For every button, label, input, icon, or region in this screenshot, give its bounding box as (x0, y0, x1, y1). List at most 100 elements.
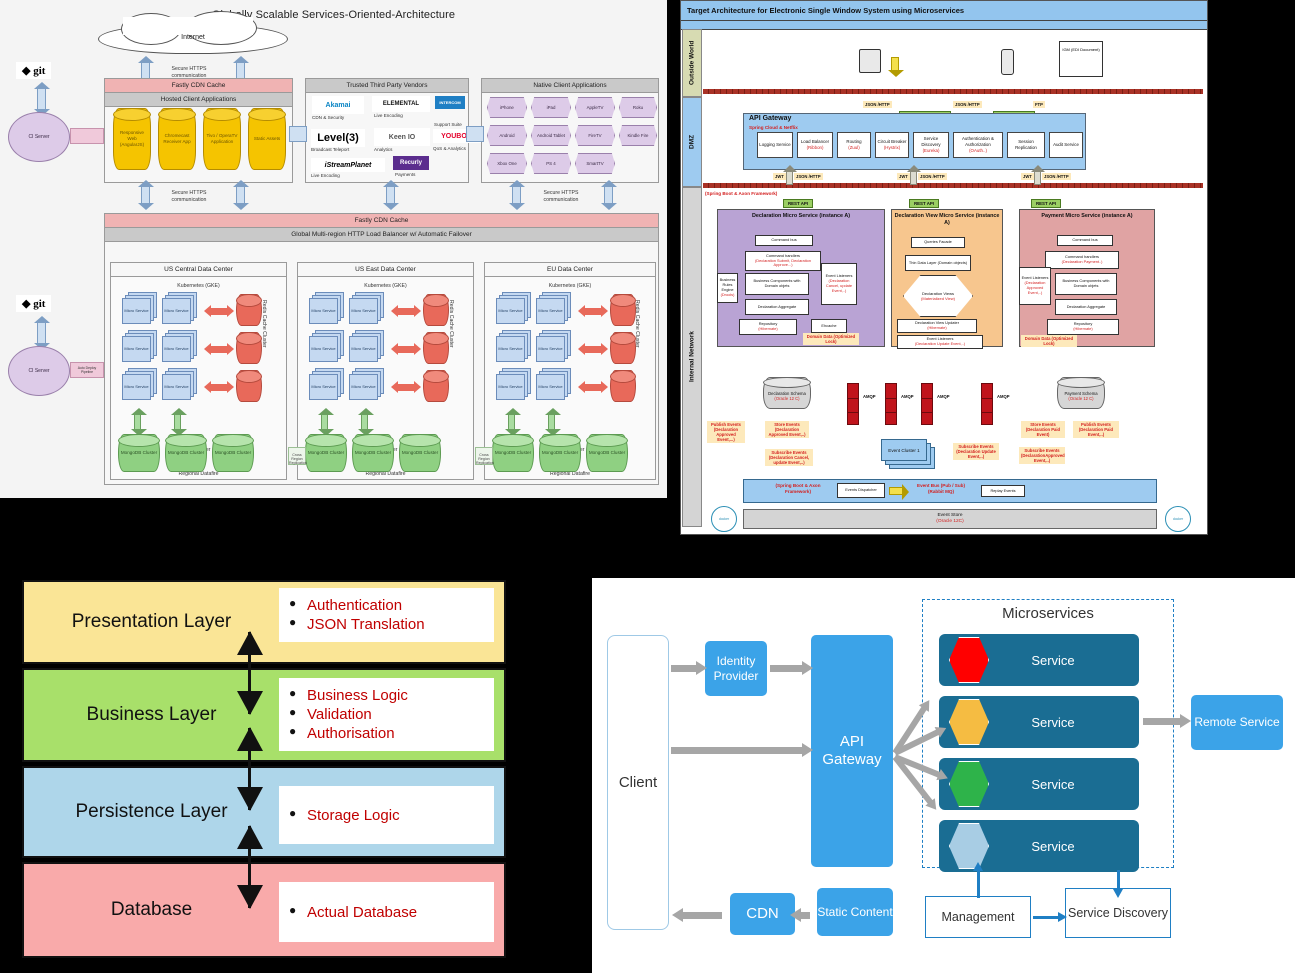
hosted-app-cylinder: Chromecast Receiver App (158, 108, 196, 170)
git-logo-top: ◆ git (16, 62, 52, 79)
thin-data-layer-node: Thin Data Layer (Domain objects) (905, 255, 971, 271)
fastly-cdn-header: Fastly CDN Cache (105, 79, 292, 93)
native-client-hex: AppleTV (575, 97, 615, 118)
native-clients-header: Native Client Applications (482, 79, 658, 93)
amqp-queue (847, 383, 859, 425)
amqp-queue (981, 383, 993, 425)
zone-dmz: DMZ (682, 97, 702, 187)
lower-cdn-header: Fastly CDN Cache (105, 214, 658, 228)
rest-api-tag-3: REST API (1031, 199, 1061, 208)
vendor-caption: CDN & Security (312, 115, 345, 120)
static-content-box: Static Content (817, 888, 893, 936)
micro-service-node: Micro Service (496, 374, 525, 400)
redis-cache-cylinder (423, 294, 449, 326)
mongodb-cluster-cylinder: MongoDB Cluster (165, 434, 207, 472)
service-label: Service (1031, 652, 1075, 668)
redis-cache-cylinder (610, 332, 636, 364)
k8s-label: Kubernetes (GKE) (548, 283, 592, 289)
declaration-view-updater-node: Declaration View Updater (Hibernate) (897, 319, 977, 333)
layer-name: Presentation Layer (71, 611, 232, 632)
replay-events: Replay Events (981, 485, 1025, 497)
ftp-tag: FTP (1033, 101, 1045, 108)
vendor-logo-level3: Level(3) (311, 129, 365, 147)
mongodb-cluster-cylinder: MongoDB Cluster (539, 434, 581, 472)
service-row: Service (939, 820, 1139, 872)
event-tag: Store Events (Declaration Approved Event… (765, 421, 809, 438)
native-client-hex: Kindle Fire (619, 125, 657, 146)
data-center-name: US East Data Center (298, 263, 473, 277)
queries-facade-node: Queries Facade (911, 237, 965, 248)
cdn-box: CDN (730, 893, 795, 935)
vendor-logo-intercom: INTERCOM (435, 96, 465, 109)
layer-presentation: Presentation Layer Authentication JSON T… (22, 580, 506, 664)
cdn-vendors-arrow (289, 126, 307, 142)
vendor-caption: Analytics (374, 147, 393, 152)
gw-service: Load Balancer (Ribbon) (797, 132, 833, 158)
micro-service-node: Micro Service (162, 374, 191, 400)
ci-server-bottom: CI Server (8, 346, 70, 396)
git-ci-arrow-bottom (34, 316, 50, 350)
arrow-management-discovery (1033, 912, 1067, 921)
k8s-label: Kubernetes (GKE) (364, 283, 407, 289)
api-gateway-title: API Gateway (749, 115, 792, 122)
command-handlers-node: Command handlers (Declaration Submit, Dec… (745, 251, 821, 271)
layer-item: JSON Translation (287, 615, 486, 633)
gw-up-arrow (1031, 165, 1045, 185)
amqp-queue (885, 383, 897, 425)
microservices-label: Microservices (1002, 605, 1094, 622)
esw-diagram-panel: Target Architecture for Electronic Singl… (680, 0, 1208, 535)
layer-database: Database Actual Database (22, 862, 506, 958)
soa-diagram-panel: Globally Scalable Services-Oriented-Arch… (0, 0, 667, 498)
arrow-management-microservices (973, 862, 982, 898)
domain-data-tag-1: Domain Data (Optimized Lock) (803, 333, 859, 345)
jwt-tag: JWT (1021, 173, 1034, 180)
layer-items-card: Storage Logic (279, 786, 494, 844)
json-http-tag: JSON /HTTP (1042, 173, 1071, 180)
view-event-listeners-node: Event Listeners (Declaration Update Event… (897, 335, 983, 349)
event-bus-framework: (Spring Boot & Axon Framework) (775, 483, 821, 494)
api-gateway-subtitle: Spring Cloud & Netflix (749, 125, 798, 130)
micro-service-node: Micro Service (349, 374, 378, 400)
redis-link-arrow (204, 381, 234, 393)
redis-link-arrow (391, 381, 421, 393)
arrow-presentation-business (237, 631, 263, 715)
mongo-link-arrow (544, 408, 561, 436)
amqp-queue (921, 383, 933, 425)
vendors-header: Trusted Third Party Vendors (306, 79, 468, 93)
amqp-label: AMQP (863, 394, 876, 399)
json-http-tag: JSON /HTTP (953, 101, 982, 108)
event-tag: Store Events (Declaration Paid Event) (1021, 421, 1065, 438)
git-ci-arrow-top (34, 82, 50, 116)
layer-persistence: Persistence Layer Storage Logic (22, 766, 506, 858)
zone-outside-world: Outside World (682, 29, 702, 97)
micro-service-node: Micro Service (536, 336, 565, 362)
vendor-caption: Live Encoding (311, 173, 340, 178)
mongo-link-arrow (170, 408, 187, 436)
redis-link-arrow (578, 343, 608, 355)
gw-service: Service Discovery (Eureka) (913, 132, 949, 158)
mongodb-cluster-cylinder: MongoDB Cluster (118, 434, 160, 472)
micro-service-node: Micro Service (496, 336, 525, 362)
microservices-diagram-panel: Client Identity Provider API Gateway Mic… (592, 578, 1295, 973)
declaration-aggregate-node: Declaration Aggregate (745, 299, 809, 315)
mongo-link-arrow (357, 408, 374, 436)
service-label: Service (1031, 776, 1075, 792)
esw-title: Target Architecture for Electronic Singl… (681, 1, 1207, 21)
docker-icon-right: docker (1165, 506, 1191, 532)
vendors-clients-arrow (466, 126, 484, 142)
hosted-app-cylinder: Static Assets (248, 108, 286, 170)
native-client-hex: iPad (531, 97, 571, 118)
layer-items-card: Authentication JSON Translation (279, 588, 494, 642)
mongodb-cluster-cylinder: MongoDB Cluster (492, 434, 534, 472)
json-http-tag: JSON /HTTP (794, 173, 823, 180)
service-hex-icon (949, 637, 989, 683)
mongodb-cluster-cylinder: MongoDB Cluster (305, 434, 347, 472)
payment-schema: Payment Schema (Oracle 12 C) (1057, 377, 1105, 409)
soa-title: Globally Scalable Services-Oriented-Arch… (211, 9, 456, 21)
https-label-right: Secure HTTPS communication (543, 190, 579, 203)
repository-node: Repository (Hibernate) (739, 319, 797, 335)
command-bus-node: Command bus (1057, 235, 1113, 246)
client-box: Client (607, 635, 669, 930)
micro-service-node: Micro Service (349, 336, 378, 362)
mongodb-cluster-cylinder: MongoDB Cluster (586, 434, 628, 472)
